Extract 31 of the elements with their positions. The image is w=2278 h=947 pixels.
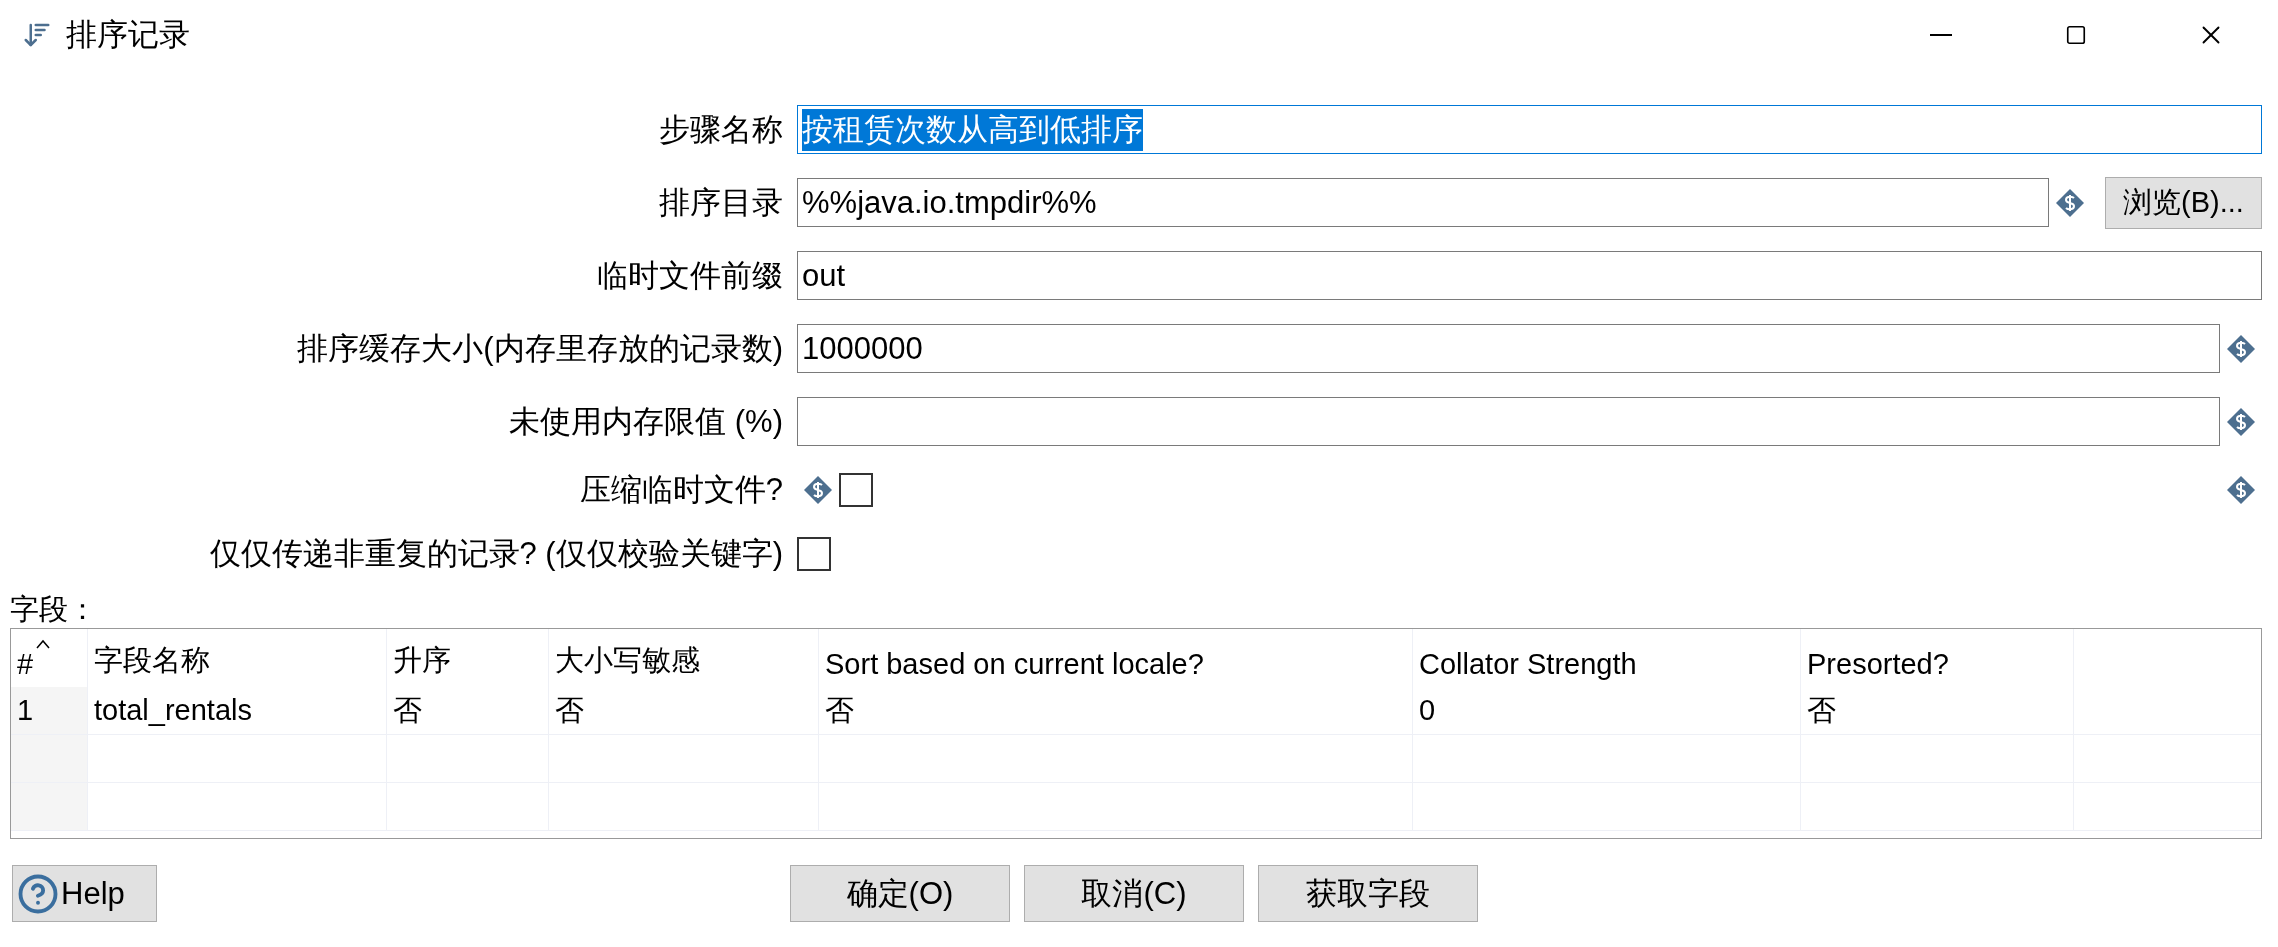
variable-icon[interactable] xyxy=(2226,406,2256,437)
variable-icon[interactable] xyxy=(803,475,833,505)
variable-icon[interactable] xyxy=(2226,333,2256,364)
field-label: 临时文件前缀 xyxy=(596,256,784,295)
input-field[interactable] xyxy=(797,397,2220,446)
help-icon xyxy=(17,872,59,915)
dialog-button[interactable]: 确定(O) xyxy=(790,865,1010,922)
checkbox[interactable] xyxy=(797,537,831,571)
input-field[interactable]: 按租赁次数从高到低排序 xyxy=(797,105,2262,154)
field-label: 排序缓存大小(内存里存放的记录数) xyxy=(296,329,784,368)
help-button[interactable]: Help xyxy=(12,865,157,922)
checkbox-label: 压缩临时文件? xyxy=(578,471,784,509)
section-label: 字段： xyxy=(10,592,98,627)
field-label: 未使用内存限值 (%) xyxy=(508,402,784,441)
window-title: 排序记录 xyxy=(66,16,191,54)
variable-icon[interactable] xyxy=(2055,187,2085,218)
input-field[interactable]: 1000000 xyxy=(797,324,2220,373)
field-label: 步骤名称 xyxy=(658,110,784,149)
maximize-icon xyxy=(2064,24,2087,46)
variable-icon[interactable] xyxy=(2226,475,2256,505)
checkbox[interactable] xyxy=(839,473,873,507)
browse-button[interactable]: 浏览(B)... xyxy=(2105,176,2262,229)
input-field[interactable]: %%java.io.tmpdir%% xyxy=(797,178,2049,227)
input-field[interactable]: out xyxy=(797,251,2262,300)
field-label: 排序目录 xyxy=(658,183,784,222)
table-cell: 1 xyxy=(11,687,88,734)
checkbox-label: 仅仅传递非重复的记录? (仅仅校验关键字) xyxy=(208,535,784,573)
minimize-icon xyxy=(1929,34,1952,36)
dialog-button[interactable]: 取消(C) xyxy=(1024,865,1244,922)
caret-icon xyxy=(36,639,51,649)
dialog-button[interactable]: 获取字段 xyxy=(1258,865,1478,922)
